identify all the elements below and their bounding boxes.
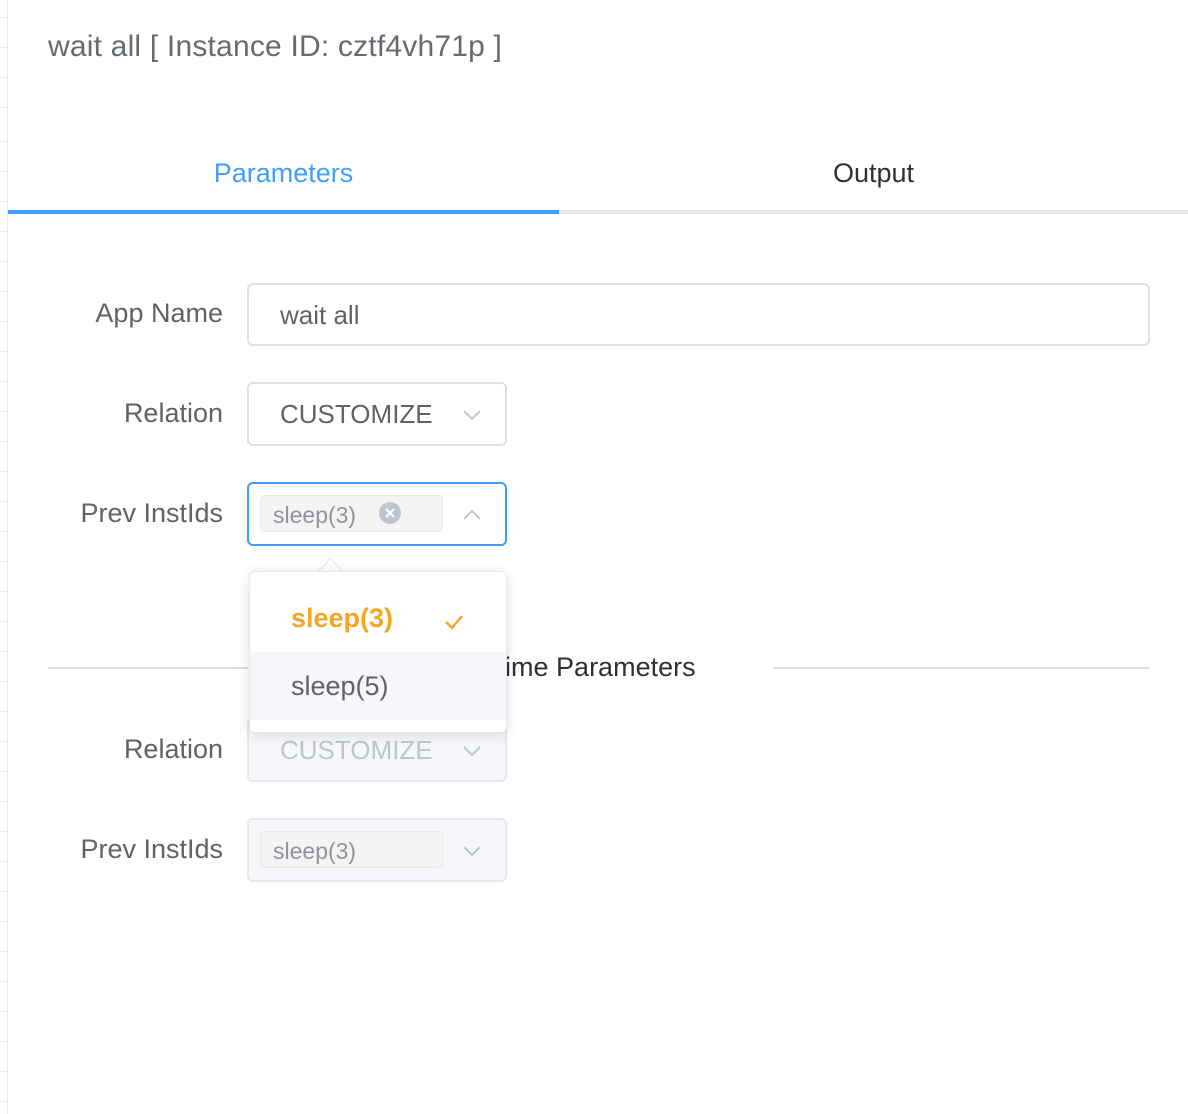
runtime-relation-label: Relation [123,734,223,764]
app-name-input[interactable]: wait all [247,283,1150,346]
tab-bar: Parameters Output [8,140,1188,214]
instance-drawer: wait all [ Instance ID: cztf4vh71p ] Par… [8,0,1188,1114]
chevron-down-icon [461,838,483,860]
app-name-value: wait all [280,300,360,330]
chevron-up-icon [461,502,483,524]
divider-line-right [773,667,1150,669]
divider-line-left [48,667,248,669]
selected-tag: sleep(3) [260,495,443,532]
runtime-prev-instids-select: sleep(3) [247,818,507,882]
chevron-down-icon [461,738,483,760]
runtime-selected-tag: sleep(3) [260,831,443,868]
tag-label: sleep(3) [273,502,357,528]
app-name-label: App Name [95,298,223,328]
drawer-title: wait all [ Instance ID: cztf4vh71p ] [48,30,503,63]
relation-value: CUSTOMIZE [280,399,433,429]
runtime-relation-value: CUSTOMIZE [280,735,433,765]
tab-parameters[interactable]: Parameters [8,158,559,189]
chevron-down-icon [461,402,483,424]
check-icon [443,609,465,631]
prev-instids-label: Prev InstIds [80,498,223,528]
tab-output[interactable]: Output [559,158,1188,189]
dropdown-option-sleep-3[interactable]: sleep(3) [250,584,506,652]
tag-close-icon[interactable] [379,502,401,524]
relation-select[interactable]: CUSTOMIZE [247,382,507,446]
relation-label: Relation [123,398,223,428]
prev-instids-dropdown: sleep(3) sleep(5) [249,571,507,733]
dropdown-option-sleep-5[interactable]: sleep(5) [250,652,506,720]
runtime-tag-label: sleep(3) [273,838,357,864]
left-sidebar-edge [0,0,8,1114]
tab-active-indicator [8,210,559,214]
prev-instids-select[interactable]: sleep(3) [247,482,507,546]
runtime-prev-instids-label: Prev InstIds [80,834,223,864]
